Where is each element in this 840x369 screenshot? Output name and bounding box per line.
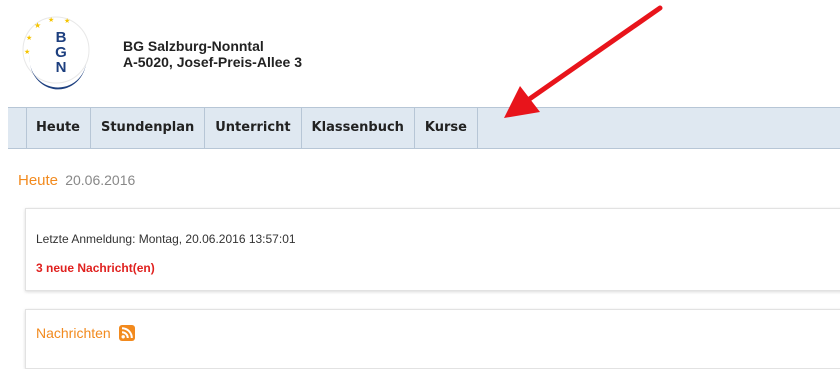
new-messages-link[interactable]: 3 neue Nachricht(en) bbox=[36, 261, 155, 275]
svg-text:N: N bbox=[56, 59, 67, 76]
school-address: A-5020, Josef-Preis-Allee 3 bbox=[123, 54, 302, 70]
status-panel: Letzte Anmeldung: Montag, 20.06.2016 13:… bbox=[25, 208, 840, 291]
news-header: Nachrichten bbox=[36, 325, 135, 341]
page-date: 20.06.2016 bbox=[65, 172, 136, 188]
tab-klassenbuch[interactable]: Klassenbuch bbox=[302, 108, 415, 148]
nav-start-spacer bbox=[8, 108, 27, 148]
main-nav: Heute Stundenplan Unterricht Klassenbuch… bbox=[8, 107, 840, 149]
school-name-block: BG Salzburg-Nonntal A-5020, Josef-Preis-… bbox=[123, 38, 302, 70]
tab-stundenplan[interactable]: Stundenplan bbox=[91, 108, 206, 148]
svg-text:★: ★ bbox=[24, 48, 30, 56]
page-title: Heute bbox=[18, 172, 59, 189]
svg-text:★: ★ bbox=[48, 16, 54, 24]
tab-kurse[interactable]: Kurse bbox=[415, 108, 478, 148]
annotation-arrow bbox=[504, 5, 663, 118]
news-panel: Nachrichten bbox=[25, 309, 840, 369]
rss-icon[interactable] bbox=[118, 325, 135, 341]
svg-text:★: ★ bbox=[64, 17, 70, 25]
school-name: BG Salzburg-Nonntal bbox=[123, 38, 264, 54]
school-logo: ★ ★ ★ ★ ★ B G N bbox=[22, 16, 90, 90]
news-title: Nachrichten bbox=[36, 325, 111, 341]
tab-unterricht[interactable]: Unterricht bbox=[205, 108, 302, 148]
page-title-block: Heute 20.06.2016 bbox=[18, 172, 135, 189]
svg-text:★: ★ bbox=[26, 34, 32, 42]
nav-tabs: Heute Stundenplan Unterricht Klassenbuch… bbox=[26, 108, 478, 148]
tab-heute[interactable]: Heute bbox=[26, 108, 91, 148]
svg-text:★: ★ bbox=[34, 21, 41, 30]
last-login-text: Letzte Anmeldung: Montag, 20.06.2016 13:… bbox=[36, 232, 296, 246]
